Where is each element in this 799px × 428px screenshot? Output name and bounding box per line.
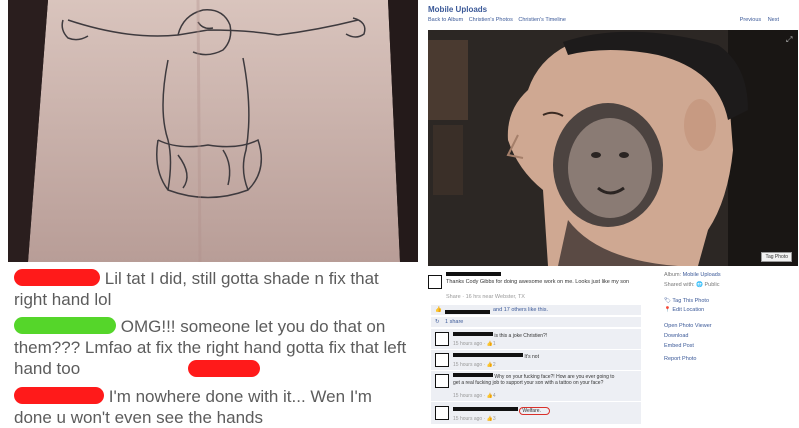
open-photo-viewer-link[interactable]: Open Photo Viewer [664, 323, 712, 329]
fb-comment: is this a joke Christien?! 15 hours ago … [431, 329, 641, 349]
album-title[interactable]: Mobile Uploads [428, 5, 487, 14]
back-tattoo-photo [8, 0, 418, 262]
face-tattoo-photo[interactable]: ⤢ Tag Photo [428, 30, 798, 266]
comment-2: OMG!!! someone let you do that on them??… [14, 316, 414, 379]
breadcrumb-timeline[interactable]: Christien's Timeline [518, 17, 566, 23]
previous-link[interactable]: Previous [740, 17, 761, 23]
comment-text: is this a joke Christien?! [494, 333, 548, 339]
tag-photo-button[interactable]: Tag Photo [761, 252, 792, 262]
embed-post-link[interactable]: Embed Post [664, 343, 694, 349]
comment-3: I'm nowhere done with it... Wen I'm done… [14, 386, 414, 428]
commenter-avatar[interactable] [435, 332, 449, 346]
redaction-bar [14, 317, 116, 334]
commenter-avatar[interactable] [435, 406, 449, 420]
edit-location-link[interactable]: 📍 Edit Location [664, 307, 704, 313]
next-link[interactable]: Next [768, 17, 779, 23]
download-link[interactable]: Download [664, 333, 688, 339]
poster-name-redacted[interactable] [446, 272, 506, 279]
comment-text: It's not [524, 354, 539, 360]
breadcrumb: Back to Album Christien's Photos Christi… [428, 17, 570, 23]
left-post-screenshot: Lil tat I did, still gotta shade n fix t… [0, 0, 418, 428]
facebook-photo-page: Mobile Uploads Back to Album Christien's… [421, 0, 799, 425]
fb-comment: Why on your fucking face?! How are you e… [431, 371, 641, 401]
report-photo-link[interactable]: Report Photo [664, 356, 696, 362]
breadcrumb-back-to-album[interactable]: Back to Album [428, 17, 463, 23]
shares-bar: ↻ 1 share [431, 317, 641, 327]
poster-avatar[interactable] [428, 275, 442, 289]
redaction-bar [14, 387, 104, 404]
redaction-bar [188, 360, 260, 377]
likes-bar: 👍 and 17 others like this. [431, 305, 641, 315]
tag-icon: 🏷 [664, 298, 671, 304]
share-icon: ↻ [435, 319, 440, 325]
album-info: Album: Mobile Uploads [664, 272, 721, 278]
commenter-avatar[interactable] [435, 374, 449, 388]
tag-this-photo-link[interactable]: 🏷 Tag This Photo [664, 298, 709, 304]
photo-nav: Previous Next [735, 17, 779, 23]
redaction-bar [14, 269, 100, 286]
comment-text-circled: Welfare. [519, 407, 550, 415]
breadcrumb-photos[interactable]: Christien's Photos [469, 17, 513, 23]
comment-meta: 15 hours ago · 👍1 [453, 341, 496, 347]
photo-caption: Thanks Cody Gibbs for doing awesome work… [446, 279, 630, 285]
svg-text:⤢: ⤢ [785, 35, 792, 44]
comment-meta: 15 hours ago · 👍2 [453, 362, 496, 368]
location-pin-icon: 📍 [664, 307, 671, 313]
commenter-avatar[interactable] [435, 353, 449, 367]
globe-icon: 🌐 [696, 282, 703, 288]
likes-text[interactable]: and 17 others like this. [493, 307, 548, 313]
shared-with-info: Shared with: 🌐 Public [664, 282, 720, 288]
shares-text[interactable]: 1 share [445, 319, 463, 325]
comment-1: Lil tat I did, still gotta shade n fix t… [14, 268, 414, 310]
comment-meta: 15 hours ago · 👍3 [453, 416, 496, 422]
comment-meta: 15 hours ago · 👍4 [453, 393, 496, 399]
caption-meta: Share · 16 hrs near Webster, TX [446, 294, 525, 300]
fb-comment: It's not 15 hours ago · 👍2 [431, 350, 641, 370]
thumbs-up-icon: 👍 [435, 307, 442, 313]
fb-comment: Welfare. 15 hours ago · 👍3 [431, 402, 641, 424]
